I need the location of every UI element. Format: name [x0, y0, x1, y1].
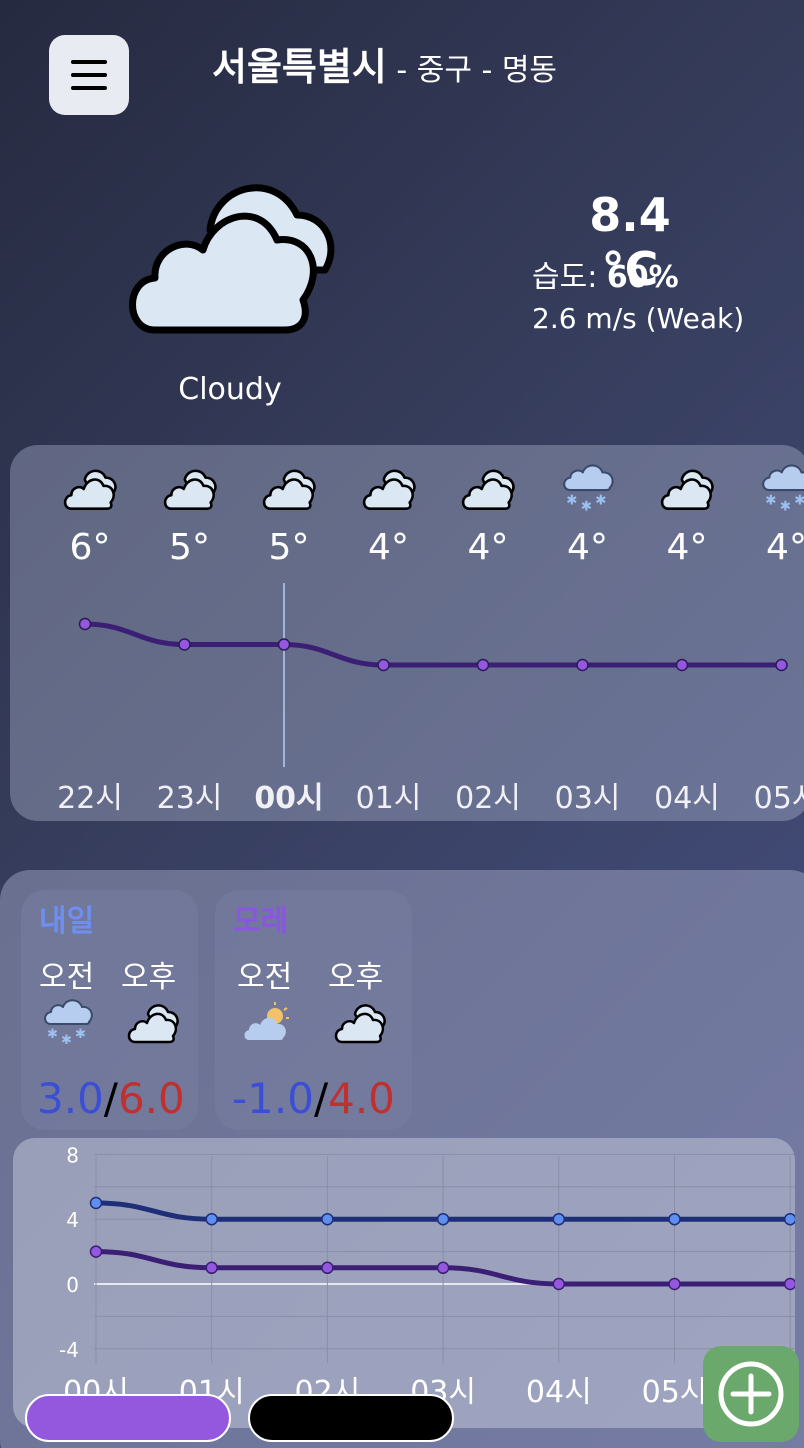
cloud-icon — [333, 998, 389, 1048]
hourly-time: 00시 — [254, 781, 324, 816]
humidity: 습도: 60% — [532, 252, 679, 296]
cloud-icon — [62, 463, 120, 515]
hourly-temp: 4° — [368, 527, 409, 568]
series-point — [783, 1212, 795, 1226]
hourly-temp: 4° — [666, 527, 708, 568]
cloud-icon — [460, 463, 518, 515]
snow-cloud-icon — [41, 998, 97, 1049]
y-tick-label: 4 — [66, 1208, 79, 1232]
pm-label: 오후 — [121, 960, 177, 995]
hourly-temp: 5° — [169, 527, 210, 568]
hourly-point — [476, 658, 490, 672]
hourly-time: 22시 — [57, 781, 123, 816]
series-point — [668, 1212, 681, 1226]
hourly-point — [675, 658, 689, 672]
hourly-time: 04시 — [654, 781, 720, 816]
dong-name: 명동 — [501, 53, 558, 88]
district-name: 중구 — [416, 53, 472, 88]
city-name: 서울특별시 — [212, 45, 387, 89]
series-point — [783, 1277, 795, 1291]
hourly-point — [178, 638, 191, 651]
hourly-time: 03시 — [554, 781, 621, 816]
series-point — [89, 1245, 103, 1258]
day-card-day-after[interactable]: 모레 오전 오후 -1.0/4.0 — [215, 890, 412, 1130]
hourly-temp: 4° — [567, 527, 608, 568]
max-temperature: 6.0 — [117, 1074, 185, 1123]
min-max-temperature: 3.0/6.0 — [37, 1074, 185, 1123]
menu-icon-bar — [71, 60, 107, 64]
minmax-separator: / — [103, 1074, 118, 1123]
minmax-separator: / — [313, 1074, 329, 1123]
weather-condition: Cloudy — [178, 372, 282, 407]
temperature-chart-svg: 00시01시02시03시04시05시06시840-4 — [59, 1143, 795, 1410]
hourly-temp: 5° — [268, 527, 310, 568]
series-point — [205, 1261, 218, 1275]
am-label: 오전 — [39, 960, 95, 995]
hourly-point — [277, 638, 291, 651]
min-temperature: -1.0 — [232, 1074, 314, 1123]
menu-button[interactable] — [49, 35, 129, 115]
hourly-time: 23시 — [156, 781, 223, 816]
series-point — [89, 1196, 103, 1210]
humidity-value: 60% — [606, 260, 679, 295]
series-point — [668, 1277, 681, 1291]
cloud-icon — [261, 463, 319, 515]
min-max-temperature: -1.0/4.0 — [232, 1074, 395, 1123]
hourly-point — [78, 617, 92, 631]
add-location-button[interactable] — [703, 1346, 799, 1442]
hourly-temp: 6° — [69, 527, 111, 568]
primary-pill-button[interactable] — [25, 1394, 231, 1442]
x-tick-label: 05시 — [642, 1375, 708, 1410]
day-card-tomorrow[interactable]: 내일 오전 오후 3.0/6.0 — [21, 890, 198, 1130]
wind-speed: 2.6 m/s (Weak) — [532, 302, 745, 335]
hourly-time: 02시 — [455, 781, 521, 816]
day-title: 내일 — [39, 904, 95, 939]
y-tick-label: 8 — [66, 1143, 79, 1167]
cloud-icon — [126, 998, 182, 1048]
series-point — [321, 1261, 334, 1275]
menu-icon-bar — [71, 86, 107, 90]
cloud-icon — [162, 463, 220, 515]
max-temperature: 4.0 — [328, 1074, 395, 1123]
temperature-chart: 00시01시02시03시04시05시06시840-4 — [13, 1138, 795, 1428]
series-point — [552, 1212, 566, 1226]
location-separator: - — [386, 53, 417, 88]
hourly-point — [377, 658, 390, 672]
snow-cloud-icon — [560, 463, 618, 516]
hourly-forecast-card[interactable]: 6° 22시 5° 23시 5° 00시 4° 01시 4° 02시 4° 03시 4° 04시 4° 05시 — [10, 445, 804, 821]
hourly-temp: 4° — [766, 527, 804, 568]
hourly-point — [576, 658, 589, 672]
hourly-time: 05시 — [753, 781, 804, 816]
pm-label: 오후 — [328, 960, 384, 995]
plus-circle-icon — [718, 1361, 784, 1427]
hourly-time: 01시 — [355, 781, 422, 816]
cloud-icon — [361, 463, 419, 515]
location-title[interactable]: 서울특별시 - 중구 - 명동 — [212, 36, 557, 91]
series-point — [552, 1277, 566, 1291]
am-label: 오전 — [237, 960, 293, 995]
hourly-point — [775, 658, 788, 672]
secondary-pill-button[interactable] — [248, 1394, 454, 1442]
x-tick-label: 04시 — [526, 1375, 592, 1410]
partly-sunny-icon — [241, 998, 297, 1048]
series-point — [321, 1212, 334, 1226]
y-tick-label: 0 — [66, 1273, 79, 1297]
hourly-temp: 4° — [467, 527, 509, 568]
y-tick-label: -4 — [59, 1338, 79, 1362]
min-temperature: 3.0 — [37, 1074, 104, 1123]
day-title: 모레 — [233, 904, 289, 939]
menu-icon-bar — [71, 73, 107, 77]
location-separator: - — [471, 53, 502, 88]
series-point — [436, 1212, 450, 1226]
series-point — [436, 1261, 450, 1275]
series-point — [205, 1212, 218, 1226]
humidity-label: 습도: — [532, 260, 607, 295]
snow-cloud-icon — [759, 463, 804, 516]
cloudy-icon — [125, 170, 340, 340]
cloud-icon — [659, 463, 717, 515]
